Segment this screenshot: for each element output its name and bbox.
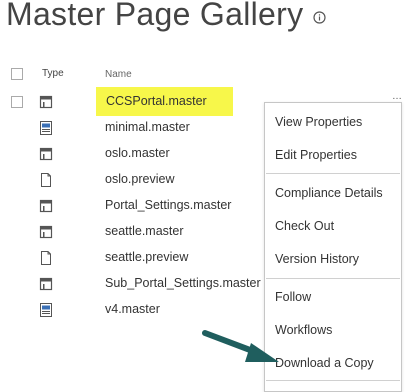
annotation-arrow bbox=[202, 330, 279, 362]
